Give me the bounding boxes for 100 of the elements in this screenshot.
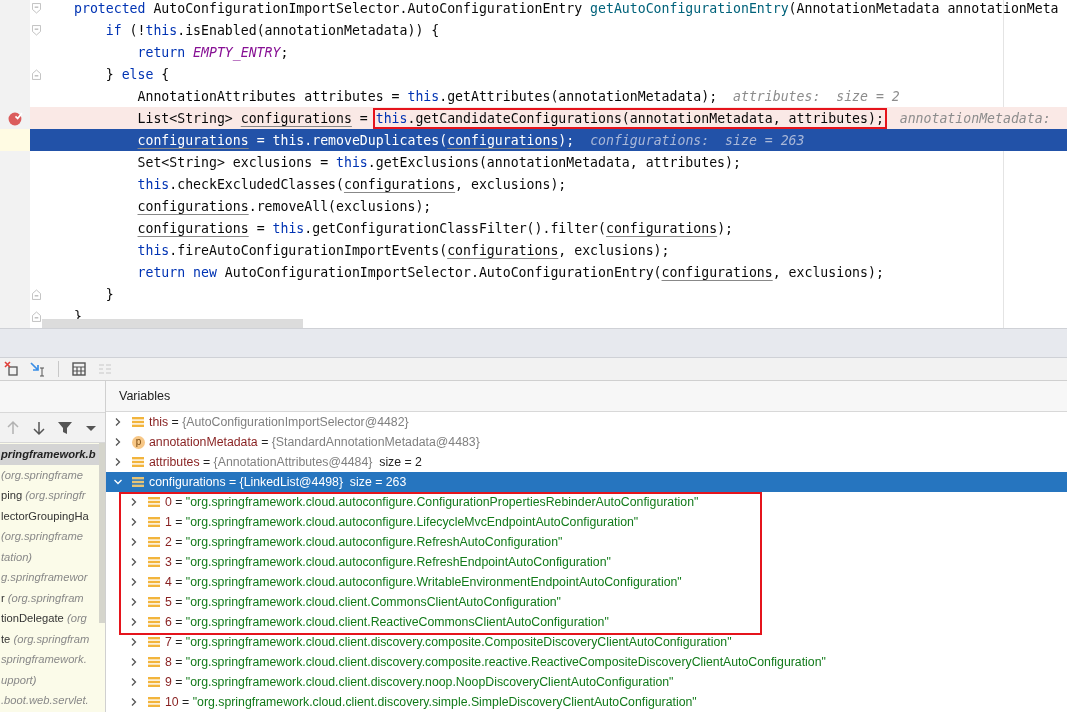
parameter-icon: p	[132, 435, 145, 449]
execution-marker	[0, 129, 30, 151]
chevron-icon[interactable]	[129, 577, 139, 587]
variable-icon	[148, 616, 160, 628]
variable-text: attributes = {AnnotationAttributes@4484} size = 2	[149, 455, 422, 469]
breakpoint-icon[interactable]	[7, 110, 23, 126]
code-text: List<String> configurations = this.getCandidateConfigurations(annotationMetadata, attributes);	[74, 110, 884, 126]
variable-text: 5 = "org.springframework.cloud.client.CommonsClientAutoConfiguration"	[165, 595, 561, 609]
tree-row[interactable]: attributes = {AnnotationAttributes@4484} size = 2	[106, 452, 1067, 472]
chevron-icon[interactable]	[129, 637, 139, 647]
variable-text: 6 = "org.springframework.cloud.client.ReactiveCommonsClientAutoConfiguration"	[165, 615, 609, 629]
code-text: protected AutoConfigurationImportSelector.AutoConfigurationEntry getAutoConfigurationEntry(AnnotationMetadata annotationMeta	[74, 0, 1059, 16]
stack-frame[interactable]: tation)	[0, 546, 99, 567]
variable-text: 1 = "org.springframework.cloud.autoconfigure.LifecycleMvcEndpointAutoConfiguration"	[165, 515, 639, 529]
stack-frame[interactable]: pringframework.b	[0, 444, 99, 465]
variable-icon	[148, 696, 160, 708]
scrollbar[interactable]	[99, 443, 105, 623]
remove-icon[interactable]	[4, 361, 20, 377]
tree-row[interactable]: 6 = "org.springframework.cloud.client.ReactiveCommonsClientAutoConfiguration"	[106, 612, 1067, 632]
tree-row[interactable]: 2 = "org.springframework.cloud.autoconfigure.RefreshAutoConfiguration"	[106, 532, 1067, 552]
stack-frame[interactable]: lectorGroupingHa	[0, 505, 99, 526]
code-text: } else {	[104, 66, 170, 82]
inline-value-hint: annotationMetadata:	[899, 110, 1051, 126]
inline-value-hint: configurations: size = 263	[590, 132, 805, 148]
stack-frame[interactable]: upport)	[0, 669, 99, 690]
variable-icon	[148, 576, 160, 588]
variable-icon	[148, 596, 160, 608]
code-text: this.checkExcludedClasses(configurations, exclusions);	[136, 176, 567, 192]
tree-row[interactable]: 10 = "org.springframework.cloud.client.discovery.simple.SimpleDiscoveryClientAutoConfiguration"	[106, 692, 1067, 712]
variable-icon	[148, 556, 160, 568]
tree-row[interactable]: 0 = "org.springframework.cloud.autoconfigure.ConfigurationPropertiesRebinderAutoConfiguration"	[106, 492, 1067, 512]
tree-row[interactable]: 9 = "org.springframework.cloud.client.discovery.noop.NoopDiscoveryClientAutoConfiguration"	[106, 672, 1067, 692]
chevron-icon[interactable]	[129, 517, 139, 527]
stack-frame[interactable]: r (org.springfram	[0, 587, 99, 608]
stack-frame[interactable]: g.springframewor	[0, 567, 99, 588]
stack-frame[interactable]: .boot.web.servlet.	[0, 690, 99, 711]
tree-row[interactable]: 4 = "org.springframework.cloud.autoconfigure.WritableEnvironmentEndpointAutoConfiguration"	[106, 572, 1067, 592]
code-text: AnnotationAttributes attributes = this.getAttributes(annotationMetadata);	[136, 88, 718, 104]
variable-text: annotationMetadata = {StandardAnnotationMetadata@4483}	[149, 435, 480, 449]
variable-text: 10 = "org.springframework.cloud.client.discovery.simple.SimpleDiscoveryClientAutoConfiguration"	[165, 695, 697, 709]
chevron-icon[interactable]	[113, 417, 123, 427]
stack-frame[interactable]: (org.springframe	[0, 526, 99, 547]
code-text: Set<String> exclusions = this.getExclusions(annotationMetadata, attributes);	[136, 154, 741, 170]
chevron-icon[interactable]	[129, 557, 139, 567]
code-text: this.fireAutoConfigurationImportEvents(configurations, exclusions);	[136, 242, 670, 258]
tree-row[interactable]: configurations = {LinkedList@4498} size = 263	[106, 472, 1067, 492]
variable-icon	[132, 476, 144, 488]
chevron-icon[interactable]	[129, 617, 139, 627]
chevron-icon[interactable]	[129, 697, 139, 707]
chevron-icon[interactable]	[129, 677, 139, 687]
tree-row[interactable]: 3 = "org.springframework.cloud.autoconfigure.RefreshEndpointAutoConfiguration"	[106, 552, 1067, 572]
filter-icon[interactable]	[57, 419, 73, 436]
chevron-icon[interactable]	[129, 597, 139, 607]
tree-row[interactable]: 5 = "org.springframework.cloud.client.CommonsClientAutoConfiguration"	[106, 592, 1067, 612]
tree-row[interactable]: this = {AutoConfigurationImportSelector@4482}	[106, 412, 1067, 432]
variable-icon	[148, 516, 160, 528]
down-arrow-icon[interactable]	[31, 419, 47, 436]
code-text: configurations.removeAll(exclusions);	[136, 198, 432, 214]
code-text: if (!this.isEnabled(annotationMetadata)) {	[104, 22, 440, 38]
variable-text: 3 = "org.springframework.cloud.autoconfigure.RefreshEndpointAutoConfiguration"	[165, 555, 611, 569]
arrow-icon[interactable]	[30, 361, 46, 377]
tree-row[interactable]: 7 = "org.springframework.cloud.client.discovery.composite.CompositeDiscoveryClientAutoConfiguration"	[106, 632, 1067, 652]
chevron-icon[interactable]	[129, 497, 139, 507]
chevron-icon[interactable]	[129, 537, 139, 547]
variable-text: configurations = {LinkedList@4498} size = 263	[149, 475, 407, 489]
code-text: }	[104, 286, 114, 302]
variable-icon	[148, 656, 160, 668]
variable-text: this = {AutoConfigurationImportSelector@4482}	[149, 415, 409, 429]
stack-frame[interactable]: (org.springframe	[0, 464, 99, 485]
stack-frame[interactable]: springframework.	[0, 649, 99, 670]
variable-text: 2 = "org.springframework.cloud.autoconfigure.RefreshAutoConfiguration"	[165, 535, 563, 549]
scrollbar[interactable]	[42, 319, 303, 328]
chevron-icon[interactable]	[113, 437, 123, 447]
code-text: configurations = this.removeDuplicates(configurations);	[136, 132, 575, 148]
variable-text: 7 = "org.springframework.cloud.client.discovery.composite.CompositeDiscoveryClientAutoConfiguration"	[165, 635, 732, 649]
tree-row[interactable]: 8 = "org.springframework.cloud.client.discovery.composite.reactive.ReactiveCompositeDiscoveryClientAutoConfiguration"	[106, 652, 1067, 672]
variable-icon	[148, 496, 160, 508]
stack-frame[interactable]: tionDelegate (org	[0, 608, 99, 629]
chevron-icon[interactable]	[129, 657, 139, 667]
code-text: return EMPTY_ENTRY;	[136, 44, 289, 60]
variable-text: 0 = "org.springframework.cloud.autoconfigure.ConfigurationPropertiesRebinderAutoConfiguration"	[165, 495, 699, 509]
tree-row[interactable]: p annotationMetadata = {StandardAnnotationMetadata@4483}	[106, 432, 1067, 452]
variable-text: 8 = "org.springframework.cloud.client.discovery.composite.reactive.ReactiveCompositeDiscoveryClientAutoConfiguration"	[165, 655, 826, 669]
chevron-icon[interactable]	[113, 457, 123, 467]
panel-title: Variables	[119, 389, 171, 403]
chevron-icon[interactable]	[113, 477, 123, 487]
code-text: return new AutoConfigurationImportSelector.AutoConfigurationEntry(configurations, exclusions);	[136, 264, 884, 280]
stack-frame[interactable]: te (org.springfram	[0, 628, 99, 649]
variable-icon	[148, 676, 160, 688]
table-icon[interactable]	[71, 361, 87, 377]
tree-row[interactable]: 1 = "org.springframework.cloud.autoconfigure.LifecycleMvcEndpointAutoConfiguration"	[106, 512, 1067, 532]
variable-text: 4 = "org.springframework.cloud.autoconfigure.WritableEnvironmentEndpointAutoConfiguration"	[165, 575, 682, 589]
variable-icon	[132, 416, 144, 428]
inline-value-hint: attributes: size = 2	[733, 88, 900, 104]
variable-icon	[132, 456, 144, 468]
variable-text: 9 = "org.springframework.cloud.client.discovery.noop.NoopDiscoveryClientAutoConfiguration"	[165, 675, 674, 689]
stack-frame[interactable]: ping (org.springfr	[0, 485, 99, 506]
variable-icon	[148, 636, 160, 648]
variable-icon	[148, 536, 160, 548]
code-text: configurations = this.getConfigurationClassFilter().filter(configurations);	[136, 220, 734, 236]
